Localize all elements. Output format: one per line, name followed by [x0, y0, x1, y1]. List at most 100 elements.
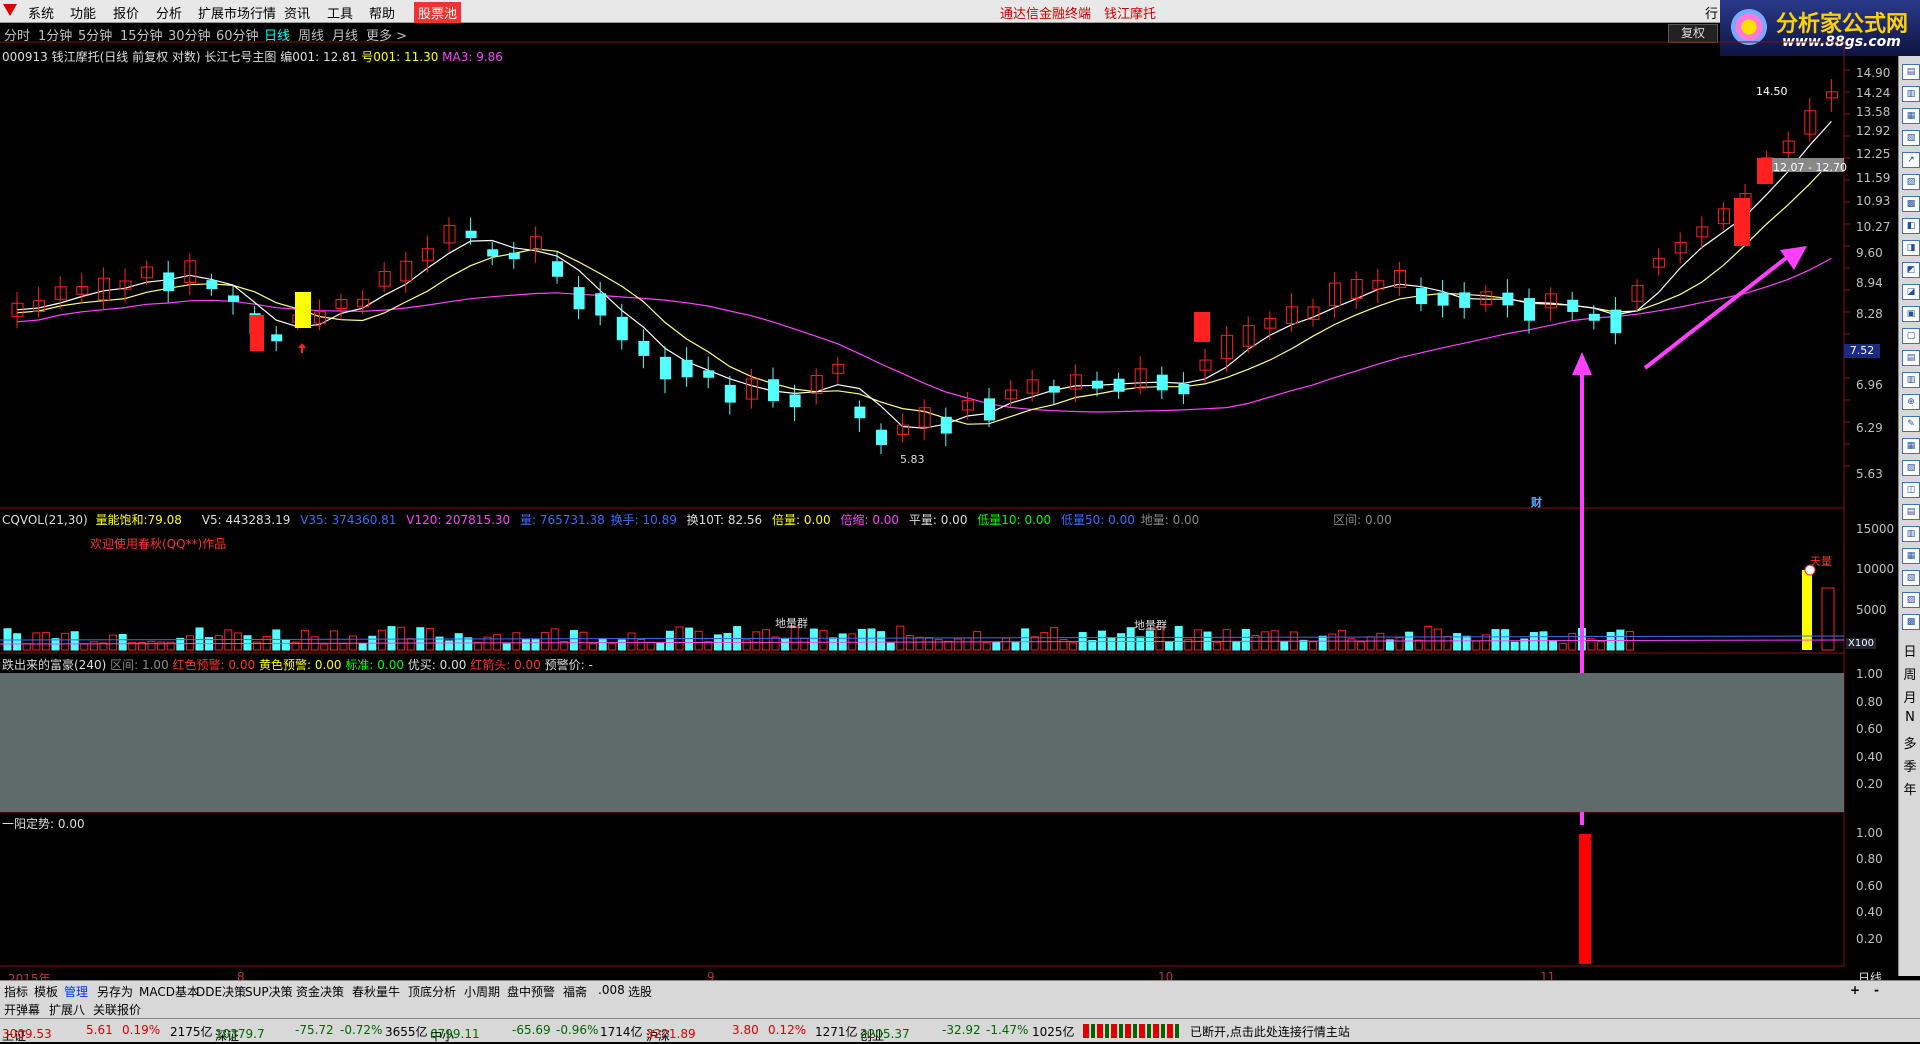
volume-bar — [502, 643, 511, 651]
tab-dde[interactable]: DDE决策 — [196, 983, 246, 1000]
fc-indicator-name[interactable]: 跌出来的富豪(240) — [2, 658, 106, 672]
open-barrage-button[interactable]: 开弹幕 — [4, 1001, 40, 1018]
tool-icon[interactable]: ▥ — [1902, 372, 1920, 388]
tool-icon[interactable]: ▣ — [1902, 306, 1920, 322]
vol-field-label: 量能饱和: — [95, 513, 148, 527]
vol-field-label: V35: — [300, 513, 328, 527]
cy-index: 2205.37 — [860, 1027, 910, 1041]
candle-body-filled — [1757, 158, 1773, 184]
tab-chunqiu[interactable]: 春秋量牛 — [352, 983, 400, 1000]
tab-indicator[interactable]: 指标 — [4, 983, 28, 1000]
volume-bar — [1165, 641, 1174, 651]
volume-bar — [915, 636, 924, 651]
tool-period-year[interactable]: 年 — [1901, 779, 1919, 798]
tool-icon[interactable]: ▢ — [1902, 328, 1920, 344]
vol-field-value: 0.00 — [1364, 513, 1392, 527]
zoom-in-button[interactable]: + — [1850, 983, 1860, 997]
volume-bar — [1318, 635, 1327, 651]
tab-fund[interactable]: 资金决策 — [296, 983, 344, 1000]
yy-label[interactable]: 一阳定势: — [2, 817, 54, 831]
candle-body-down — [1416, 288, 1427, 305]
candle-body-down — [1502, 292, 1514, 306]
tab-dingdi[interactable]: 顶底分析 — [408, 983, 456, 1000]
tool-icon[interactable]: ▧ — [1902, 570, 1920, 586]
tool-icon[interactable]: ▨ — [1902, 174, 1920, 190]
tianliang-label: 天量 — [1810, 555, 1832, 568]
tool-icon[interactable]: ▥ — [1902, 86, 1920, 102]
tool-icon[interactable]: ✎ — [1902, 416, 1920, 432]
tool-icon[interactable]: ▤ — [1902, 64, 1920, 80]
tab-fuzhai[interactable]: 福斋 — [563, 983, 587, 1000]
tab-saveas[interactable]: 另存为 — [97, 983, 133, 1000]
fc-field-label: 标准: — [345, 658, 374, 672]
status-bar: 上证 3009.53 5.61 0.19% 2175亿 深证 10379.7 -75… — [0, 1018, 1920, 1043]
tab-template[interactable]: 模板 — [34, 983, 58, 1000]
tool-period-multi[interactable]: 多 — [1901, 733, 1919, 752]
tab-small-period[interactable]: 小周期 — [464, 983, 500, 1000]
fc-field-value: 1.00 — [141, 658, 169, 672]
candle-body-yellow — [295, 292, 311, 328]
tool-icon[interactable]: ◨ — [1902, 240, 1920, 256]
volume-bar — [1433, 628, 1442, 651]
tool-period-day[interactable]: 日 — [1901, 641, 1919, 660]
tool-icon[interactable]: ◫ — [1902, 482, 1920, 498]
tab-macd[interactable]: MACD基本 — [139, 983, 199, 1000]
volume-bar — [1011, 642, 1020, 651]
tool-icon[interactable]: ▦ — [1902, 548, 1920, 564]
connection-status[interactable]: 已断开,点击此处连接行情主站 — [1190, 1023, 1350, 1040]
fc-field-value: 0.00 — [314, 658, 342, 672]
tool-icon[interactable]: ▦ — [1902, 108, 1920, 124]
yy-value: 0.00 — [57, 817, 85, 831]
tool-icon[interactable]: ▧ — [1902, 460, 1920, 476]
vol-field-value: 0.00 — [1108, 513, 1135, 527]
tool-icon[interactable]: ◩ — [1902, 262, 1920, 278]
tab-stock-pick[interactable]: 选股 — [628, 983, 652, 1000]
fc-field-label: 预警价: — [544, 658, 585, 672]
price-tick: 11.59 — [1856, 171, 1891, 185]
tool-icon[interactable]: ▨ — [1902, 592, 1920, 608]
volume-bar — [1059, 639, 1068, 651]
tool-icon[interactable]: ▦ — [1902, 438, 1920, 454]
vol-indicator-name[interactable]: CQVOL(21,30) — [2, 513, 88, 527]
fc-field-value: 0.00 — [377, 658, 404, 672]
price-tick: 8.94 — [1856, 276, 1883, 290]
candle-body-down — [1459, 292, 1471, 308]
tool-period-n[interactable]: N — [1901, 710, 1919, 725]
volume-bar — [1145, 630, 1154, 651]
tool-icon[interactable]: ▤ — [1902, 350, 1920, 366]
tab-sup[interactable]: SUP决策 — [245, 983, 293, 1000]
sz-amount: 3655亿 — [385, 1025, 428, 1039]
candle-body-down — [573, 287, 585, 310]
vol-field-value: 82.56 — [727, 513, 763, 527]
tab-008[interactable]: .008 — [598, 983, 625, 997]
zoom-out-button[interactable]: - — [1874, 983, 1879, 997]
tool-icon[interactable]: ◪ — [1902, 284, 1920, 300]
tool-icon[interactable]: ▩ — [1902, 196, 1920, 212]
tool-icon[interactable]: ▧ — [1902, 130, 1920, 146]
vol-field-value: 0.00 — [940, 513, 968, 527]
linked-quote-button[interactable]: 关联报价 — [93, 1001, 141, 1018]
cai-marker[interactable]: 财 — [1531, 494, 1542, 510]
indicator-tabbar: 指标 模板 管理 另存为 MACD基本 DDE决策 SUP决策 资金决策 春秋量… — [0, 980, 1920, 1000]
volume-bar — [1001, 637, 1010, 651]
volume-bar — [646, 641, 655, 651]
right-toolbar: ▤ ▥ ▦ ▧ ↗ ▨ ▩ ◧ ◨ ◩ ◪ ▣ ▢ ▤ ▥ ⊕ ✎ ▦ ▧ ◫ … — [1898, 56, 1920, 976]
tool-period-month[interactable]: 月 — [1901, 687, 1919, 706]
tool-period-week[interactable]: 周 — [1901, 664, 1919, 683]
tab-warning[interactable]: 盘中预警 — [507, 983, 555, 1000]
ext-eight-button[interactable]: 扩展八 — [49, 1001, 85, 1018]
volume-bar — [541, 632, 550, 651]
tool-icon[interactable]: ◧ — [1902, 218, 1920, 234]
vol-field-value: 0.00 — [803, 513, 831, 527]
diliangqun-label: 地量群 — [1134, 619, 1167, 632]
tool-icon[interactable]: ▤ — [1902, 504, 1920, 520]
tool-period-season[interactable]: 季 — [1901, 756, 1919, 775]
tool-icon[interactable]: ⊕ — [1902, 394, 1920, 410]
candle-body-down — [984, 398, 995, 421]
candle-body-down — [768, 379, 779, 402]
tab-manage[interactable]: 管理 — [64, 983, 88, 1000]
tool-icon[interactable]: ▥ — [1902, 526, 1920, 542]
tool-icon[interactable]: ▩ — [1902, 614, 1920, 630]
tool-icon[interactable]: ↗ — [1902, 152, 1920, 168]
volume-bar — [176, 637, 185, 651]
